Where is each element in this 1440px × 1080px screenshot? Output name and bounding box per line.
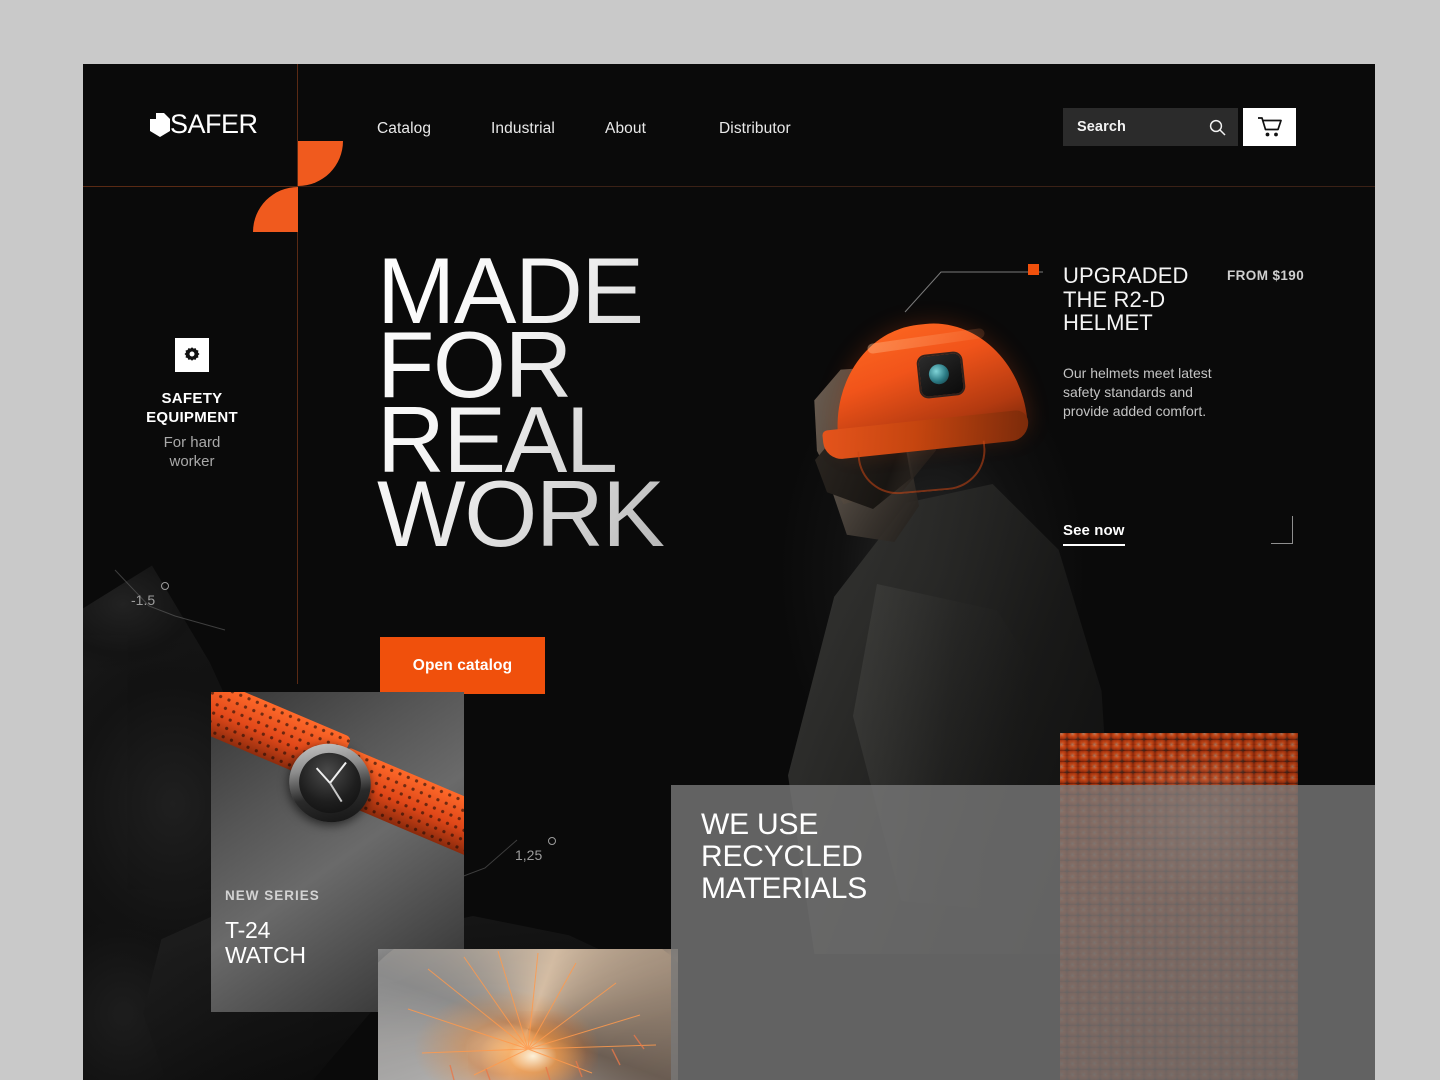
headline-line-4: WORK	[377, 460, 664, 566]
product-title-line1: UPGRADED	[1063, 263, 1189, 288]
nav-item-distributor[interactable]: Distributor	[719, 120, 833, 138]
gear-icon	[183, 346, 201, 364]
main-nav: Catalog Industrial About Distributor	[377, 120, 833, 138]
recycled-materials-panel: WE USE RECYCLED MATERIALS CO2 EMISSION R…	[671, 785, 1375, 1080]
decor-quarter-circle-top	[298, 141, 343, 186]
promo-subtitle: For hard worker	[101, 434, 283, 472]
promo-title-line1: SAFETY	[161, 390, 223, 407]
industrial-machining-image	[378, 949, 678, 1080]
search-placeholder: Search	[1077, 119, 1126, 135]
header-divider-accent	[83, 186, 297, 187]
decor-quarter-circle-bottom	[253, 187, 298, 232]
degree-icon	[548, 837, 557, 845]
watch-name-line1: T-24	[225, 917, 271, 943]
landing-page: SAFER Catalog Industrial About Distribut…	[83, 64, 1375, 1080]
product-title: UPGRADED THE R2-D HELMET	[1063, 264, 1243, 335]
callout-pointer-line	[904, 271, 1043, 313]
callout-marker	[1028, 264, 1039, 275]
product-description: Our helmets meet latest safety standards…	[1063, 365, 1212, 420]
spark-rays	[407, 950, 657, 1080]
recycled-title-line1: WE USE	[701, 808, 819, 841]
brand-name: SAFER	[170, 109, 258, 139]
cart-button[interactable]	[1243, 108, 1296, 146]
helmet-lamp-icon	[918, 352, 964, 398]
cart-icon	[1257, 116, 1283, 138]
open-catalog-button[interactable]: Open catalog	[380, 637, 545, 694]
nav-item-about[interactable]: About	[605, 120, 719, 138]
promo-subtitle-line1: For hard	[163, 434, 221, 451]
safety-equipment-badge	[175, 338, 209, 372]
search-icon	[1209, 119, 1226, 136]
nav-item-industrial[interactable]: Industrial	[491, 120, 605, 138]
promo-title: SAFETY EQUIPMENT	[101, 389, 283, 427]
annotation-minus-1-5: -1.5	[131, 582, 170, 608]
recycled-title: WE USE RECYCLED MATERIALS	[701, 808, 868, 906]
watch-name-line2: WATCH	[225, 941, 306, 968]
recycled-title-line3: MATERIALS	[701, 872, 868, 906]
search-input[interactable]: Search	[1063, 108, 1238, 146]
product-price: FROM $190	[1227, 268, 1305, 283]
decor-corner-bracket	[1271, 516, 1293, 544]
watch-name: T-24 WATCH	[225, 918, 306, 967]
nav-item-catalog[interactable]: Catalog	[377, 120, 491, 138]
hero-headline: MADE FOR REAL WORK	[377, 254, 917, 551]
site-header: SAFER Catalog Industrial About Distribut…	[83, 64, 1375, 684]
see-now-link[interactable]: See now	[1063, 522, 1125, 546]
watch-eyebrow: NEW SERIES	[225, 888, 320, 903]
recycled-title-line2: RECYCLED	[701, 840, 863, 874]
brand-logo[interactable]: SAFER	[149, 111, 258, 138]
product-title-line2: THE R2-D	[1063, 286, 1166, 312]
promo-title-line2: EQUIPMENT	[146, 409, 238, 427]
product-title-line3: HELMET	[1063, 310, 1153, 336]
shield-icon	[149, 112, 171, 138]
promo-subtitle-line2: worker	[169, 452, 215, 470]
annotation-1-25: 1,25	[515, 837, 557, 863]
